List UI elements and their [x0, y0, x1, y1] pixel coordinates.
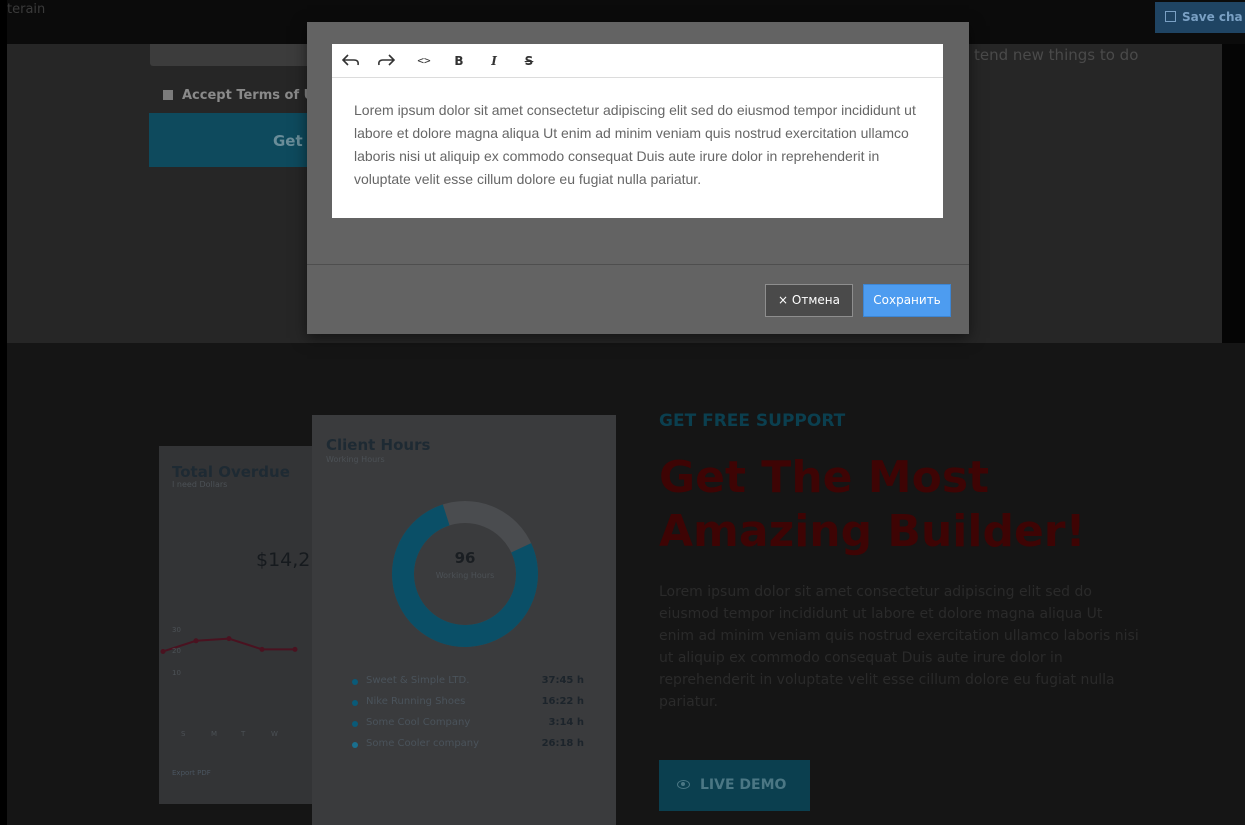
- overdue-line-chart: [160, 636, 298, 654]
- redo-icon[interactable]: [376, 53, 396, 69]
- x-tick-label: W: [271, 730, 278, 738]
- card-subtitle: Working Hours: [326, 455, 385, 464]
- legend-name: Sweet & Simple LTD.: [366, 675, 470, 686]
- legend-name: Some Cooler company: [366, 738, 480, 749]
- y-tick-label: 20: [172, 647, 181, 656]
- strikethrough-icon[interactable]: S: [522, 53, 536, 69]
- support-section: Total Overdue I need Dollars $14,2 Expor…: [7, 343, 1245, 825]
- x-tick-label: S: [181, 730, 186, 738]
- hours-donut-chart: 96 Working Hours: [390, 499, 540, 649]
- support-kicker: GET FREE SUPPORT: [659, 411, 846, 431]
- save-changes-button[interactable]: Save cha: [1155, 2, 1245, 33]
- donut-label: Working Hours: [435, 571, 495, 580]
- legend-item: Sweet & Simple LTD. 37:45 h: [352, 675, 584, 696]
- x-tick-label: T: [241, 730, 246, 738]
- modal-divider: [307, 264, 969, 265]
- live-demo-label: LIVE DEMO: [700, 777, 787, 793]
- undo-icon[interactable]: [341, 53, 361, 69]
- donut-value: 96: [454, 549, 476, 567]
- legend-dot-icon: [352, 742, 358, 748]
- hero-body: Lorem ipsum dolor sit amet consectetur a…: [659, 584, 1139, 710]
- feature-text: tend new things to do: [974, 46, 1139, 64]
- edge-strip: [1222, 44, 1245, 343]
- editor-toolbar: <> B I S: [332, 44, 943, 78]
- legend-name: Nike Running Shoes: [366, 696, 466, 707]
- save-button[interactable]: Сохранить: [863, 284, 951, 317]
- legend-name: Some Cool Company: [366, 717, 471, 728]
- legend-dot-icon: [352, 721, 358, 727]
- legend-value: 26:18 h: [541, 738, 584, 749]
- code-icon[interactable]: <>: [415, 53, 433, 69]
- series-point: [259, 646, 265, 652]
- checkbox-icon[interactable]: [163, 90, 173, 100]
- bold-icon[interactable]: B: [452, 53, 466, 69]
- form-input[interactable]: [150, 44, 320, 66]
- legend-item: Some Cooler company 26:18 h: [352, 738, 584, 759]
- italic-icon[interactable]: I: [487, 53, 501, 69]
- series-point: [193, 638, 199, 644]
- legend-item: Some Cool Company 3:14 h: [352, 717, 584, 738]
- terms-checkbox-row[interactable]: Accept Terms of U: [163, 88, 314, 103]
- client-hours-card: Client Hours Working Hours 96 Working Ho…: [312, 415, 616, 825]
- legend-dot-icon: [352, 700, 358, 706]
- legend-item: Nike Running Shoes 16:22 h: [352, 696, 584, 717]
- brand-name: terain: [7, 2, 46, 17]
- edit-text-modal: <> B I S Lorem ipsum dolor sit amet cons…: [307, 22, 969, 334]
- x-tick-label: M: [211, 730, 218, 738]
- series-point: [292, 646, 298, 652]
- y-tick-label: 30: [172, 626, 181, 634]
- legend-value: 16:22 h: [541, 696, 584, 707]
- legend-dot-icon: [352, 679, 358, 685]
- editor-content[interactable]: Lorem ipsum dolor sit amet consectetur a…: [354, 99, 934, 191]
- terms-label: Accept Terms of U: [182, 88, 315, 103]
- y-tick-label: 10: [172, 668, 181, 677]
- series-point: [160, 648, 166, 654]
- save-icon: [1165, 11, 1176, 22]
- eye-icon: [677, 780, 690, 789]
- hero-headline: Get The Most Amazing Builder!: [659, 452, 1086, 557]
- get-started-button[interactable]: Get: [149, 113, 319, 167]
- export-pdf-link[interactable]: Export PDF: [172, 769, 211, 777]
- hours-legend: Sweet & Simple LTD. 37:45 h Nike Running…: [352, 675, 584, 759]
- rich-text-editor[interactable]: <> B I S Lorem ipsum dolor sit amet cons…: [332, 44, 943, 218]
- save-changes-label: Save cha: [1182, 10, 1243, 24]
- series-point: [226, 636, 232, 642]
- legend-value: 3:14 h: [548, 717, 584, 728]
- card-title: Client Hours: [326, 436, 431, 454]
- live-demo-button[interactable]: LIVE DEMO: [659, 760, 810, 811]
- legend-value: 37:45 h: [541, 675, 584, 686]
- total-overdue-card: Total Overdue I need Dollars $14,2 Expor…: [159, 446, 319, 804]
- cancel-button[interactable]: × Отмена: [765, 284, 853, 317]
